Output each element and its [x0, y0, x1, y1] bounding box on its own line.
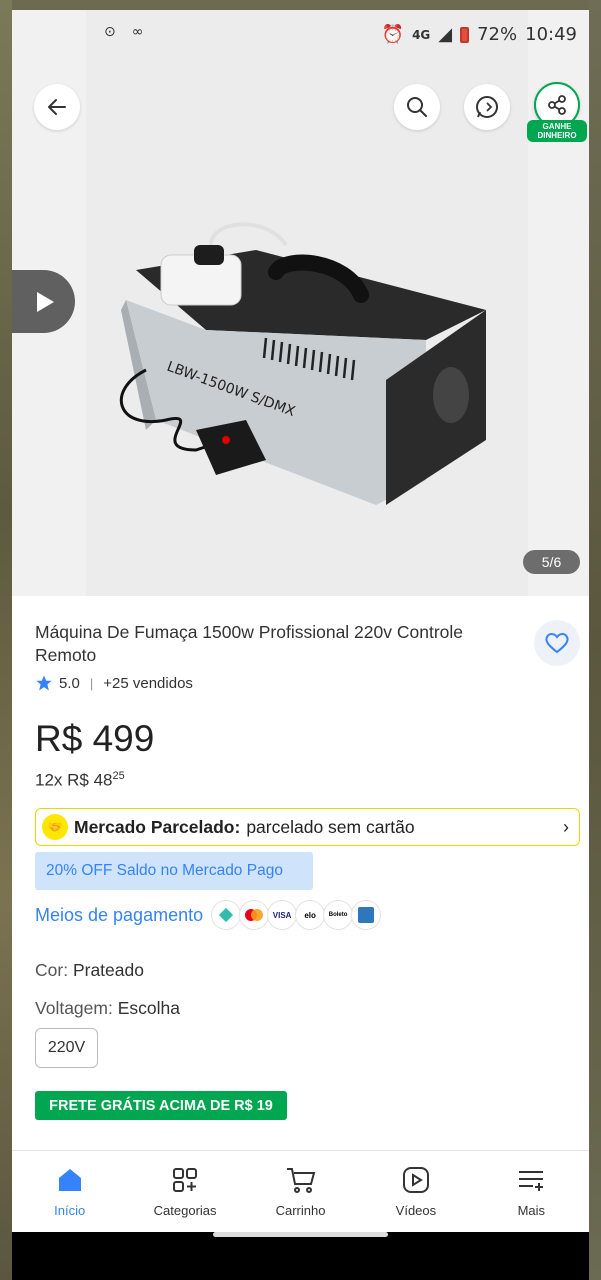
favorite-button[interactable]: [534, 620, 580, 666]
search-button[interactable]: [394, 84, 440, 130]
installments-value: 12x R$ 48: [35, 770, 113, 790]
nav-carrinho[interactable]: Carrinho: [243, 1151, 358, 1232]
star-icon: [36, 675, 52, 691]
background-left: [0, 0, 12, 1280]
installments: 12x R$ 4825: [35, 770, 125, 791]
product-title: Máquina De Fumaça 1500w Profissional 220…: [35, 622, 464, 665]
nav-mais[interactable]: Mais: [474, 1151, 589, 1232]
chevron-right-icon: ›: [563, 816, 569, 837]
signal-icon: ◢: [438, 24, 453, 45]
price: R$ 499: [35, 718, 155, 759]
mastercard-icon: [239, 900, 270, 930]
clock: 10:49: [525, 24, 577, 45]
play-video-button[interactable]: [12, 270, 75, 333]
heart-icon: [545, 633, 569, 654]
color-value: Prateado: [72, 960, 144, 980]
bottom-navigation: Início Categorias Carrinho Vídeos Mais: [12, 1150, 589, 1232]
mercado-pago-icon: 🤝: [42, 814, 68, 840]
status-right: ⏰ 4G ◢ 72% 10:49: [382, 24, 577, 45]
free-shipping-tag: FRETE GRÁTIS ACIMA DE R$ 19: [35, 1091, 287, 1120]
nav-categorias[interactable]: Categorias: [127, 1151, 242, 1232]
nav-label: Carrinho: [275, 1203, 326, 1218]
battery-icon: [460, 26, 470, 43]
smoke-machine-image: LBW-1500W S/DMX: [86, 10, 528, 596]
separator: |: [89, 675, 94, 691]
nav-label: Vídeos: [395, 1203, 437, 1218]
parcelado-text: parcelado sem cartão: [246, 816, 415, 837]
mercado-parcelado-banner[interactable]: 🤝 Mercado Parcelado: parcelado sem cartã…: [35, 808, 580, 846]
home-icon: [53, 1163, 87, 1197]
battery-percent: 72%: [477, 24, 518, 45]
nav-label: Mais: [517, 1203, 546, 1218]
nav-inicio[interactable]: Início: [12, 1151, 127, 1232]
back-button[interactable]: [34, 84, 80, 130]
whatsapp-share-button[interactable]: [464, 84, 510, 130]
cart-icon: [284, 1163, 318, 1197]
video-icon: [399, 1163, 433, 1197]
product-photo: LBW-1500W S/DMX: [86, 10, 528, 596]
status-left-icons: ⊙ ∞: [104, 24, 143, 40]
network-label: 4G: [412, 27, 431, 42]
play-icon: [36, 291, 54, 312]
whatsapp-icon: [476, 96, 498, 118]
arrow-left-icon: [48, 99, 66, 115]
status-bar: ⊙ ∞ ⏰ 4G ◢ 72% 10:49: [12, 10, 589, 60]
voltage-attribute: Voltagem: Escolha: [35, 998, 180, 1019]
voicemail-icon: ∞: [131, 24, 144, 40]
menu-plus-icon: [514, 1163, 548, 1197]
voltage-label: Voltagem:: [35, 998, 113, 1018]
share-icon: [548, 95, 566, 115]
voltage-option-220v[interactable]: 220V: [35, 1028, 98, 1068]
payment-icons: VISA elo Boleto: [211, 900, 382, 930]
elo-icon: elo: [295, 900, 326, 930]
rating-value: 5.0: [59, 674, 80, 692]
boleto-icon: Boleto: [323, 900, 354, 930]
search-icon: [407, 97, 427, 117]
background-right: [589, 0, 601, 1280]
product-gallery[interactable]: LBW-1500W S/DMX ⊙ ∞ ⏰ 4G ◢ 72% 10:49 GAN…: [12, 10, 589, 596]
rating-row[interactable]: 5.0 | +25 vendidos: [35, 674, 193, 692]
payment-methods-link[interactable]: Meios de pagamento: [35, 905, 203, 926]
record-icon: ⊙: [104, 24, 116, 40]
earn-money-badge: GANHE DINHEIRO: [527, 120, 587, 142]
payment-methods-row[interactable]: Meios de pagamento VISA elo Boleto: [35, 900, 382, 930]
installments-cents: 25: [112, 770, 125, 782]
image-counter: 5/6: [523, 550, 580, 574]
voltage-value: Escolha: [117, 998, 180, 1018]
amex-icon: [351, 900, 382, 930]
sold-count: +25 vendidos: [103, 674, 193, 692]
nav-label: Início: [54, 1203, 86, 1218]
app-screen: LBW-1500W S/DMX ⊙ ∞ ⏰ 4G ◢ 72% 10:49 GAN…: [12, 10, 589, 1280]
home-handle[interactable]: [213, 1232, 388, 1237]
color-label: Cor:: [35, 960, 69, 980]
visa-icon: VISA: [267, 900, 298, 930]
parcelado-label: Mercado Parcelado:: [74, 816, 241, 837]
nav-videos[interactable]: Vídeos: [358, 1151, 473, 1232]
categories-icon: [168, 1163, 202, 1197]
color-attribute: Cor: Prateado: [35, 960, 144, 981]
pix-icon: [211, 900, 242, 930]
discount-tag: 20% OFF Saldo no Mercado Pago: [35, 852, 313, 890]
alarm-icon: ⏰: [381, 24, 405, 45]
nav-label: Categorias: [153, 1203, 217, 1218]
gesture-bar: [12, 1232, 589, 1280]
